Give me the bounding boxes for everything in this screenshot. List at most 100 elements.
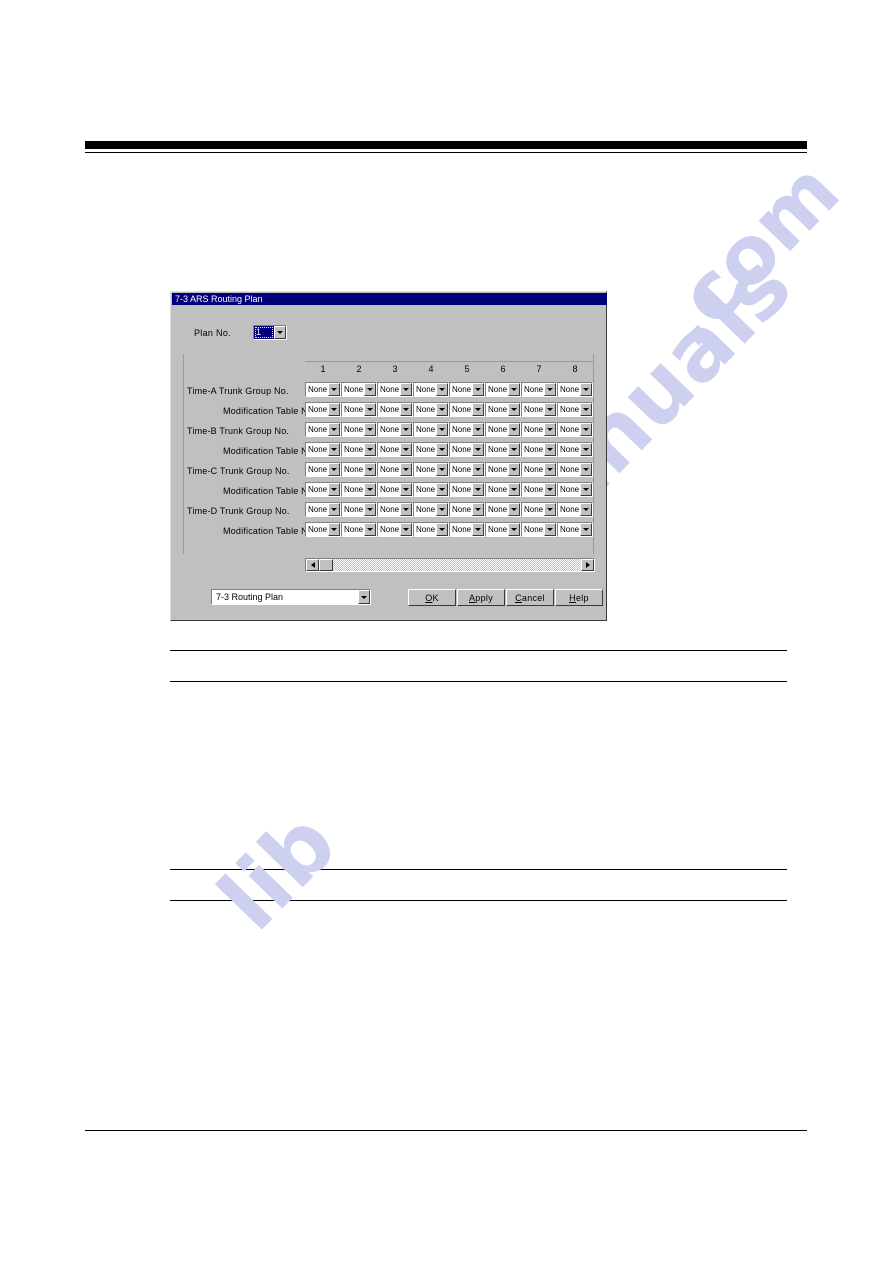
grid-cell-dropdown[interactable]: None (521, 382, 557, 397)
chevron-down-icon[interactable] (364, 383, 376, 396)
grid-cell-dropdown[interactable]: None (305, 482, 341, 497)
chevron-down-icon[interactable] (544, 483, 556, 496)
grid-cell-dropdown[interactable]: None (449, 482, 485, 497)
scrollbar-track[interactable] (319, 559, 581, 571)
chevron-down-icon[interactable] (364, 423, 376, 436)
chevron-down-icon[interactable] (544, 403, 556, 416)
grid-cell-dropdown[interactable]: None (449, 502, 485, 517)
grid-cell-dropdown[interactable]: None (521, 402, 557, 417)
grid-cell-dropdown[interactable]: None (305, 402, 341, 417)
grid-cell-dropdown[interactable]: None (557, 482, 593, 497)
grid-cell-dropdown[interactable]: None (377, 522, 413, 537)
chevron-down-icon[interactable] (472, 483, 484, 496)
apply-button[interactable]: Apply (457, 589, 505, 606)
grid-cell-dropdown[interactable]: None (305, 422, 341, 437)
grid-cell-dropdown[interactable]: None (341, 522, 377, 537)
grid-cell-dropdown[interactable]: None (377, 502, 413, 517)
chevron-down-icon[interactable] (436, 443, 448, 456)
grid-cell-dropdown[interactable]: None (341, 382, 377, 397)
grid-cell-dropdown[interactable]: None (305, 382, 341, 397)
chevron-down-icon[interactable] (436, 503, 448, 516)
ok-button[interactable]: OK (408, 589, 456, 606)
grid-cell-dropdown[interactable]: None (305, 442, 341, 457)
grid-cell-dropdown[interactable]: None (485, 482, 521, 497)
chevron-down-icon[interactable] (328, 483, 340, 496)
grid-cell-dropdown[interactable]: None (305, 502, 341, 517)
grid-cell-dropdown[interactable]: None (341, 502, 377, 517)
chevron-down-icon[interactable] (364, 523, 376, 536)
chevron-down-icon[interactable] (400, 503, 412, 516)
chevron-down-icon[interactable] (472, 423, 484, 436)
chevron-down-icon[interactable] (508, 503, 520, 516)
grid-cell-dropdown[interactable]: None (377, 422, 413, 437)
cancel-button[interactable]: Cancel (506, 589, 554, 606)
grid-cell-dropdown[interactable]: None (557, 522, 593, 537)
chevron-down-icon[interactable] (544, 523, 556, 536)
help-button[interactable]: Help (555, 589, 603, 606)
grid-cell-dropdown[interactable]: None (485, 462, 521, 477)
chevron-down-icon[interactable] (472, 443, 484, 456)
chevron-down-icon[interactable] (508, 483, 520, 496)
grid-cell-dropdown[interactable]: None (485, 422, 521, 437)
chevron-down-icon[interactable] (472, 523, 484, 536)
chevron-down-icon[interactable] (472, 503, 484, 516)
grid-cell-dropdown[interactable]: None (521, 482, 557, 497)
grid-cell-dropdown[interactable]: None (521, 502, 557, 517)
grid-cell-dropdown[interactable]: None (485, 522, 521, 537)
grid-cell-dropdown[interactable]: None (485, 382, 521, 397)
grid-cell-dropdown[interactable]: None (449, 382, 485, 397)
grid-cell-dropdown[interactable]: None (521, 422, 557, 437)
chevron-down-icon[interactable] (580, 463, 592, 476)
chevron-down-icon[interactable] (364, 483, 376, 496)
grid-cell-dropdown[interactable]: None (377, 382, 413, 397)
chevron-down-icon[interactable] (400, 483, 412, 496)
chevron-down-icon[interactable] (508, 443, 520, 456)
grid-cell-dropdown[interactable]: None (557, 442, 593, 457)
screen-navigation-dropdown[interactable]: 7-3 Routing Plan (211, 589, 371, 605)
grid-cell-dropdown[interactable]: None (341, 402, 377, 417)
grid-cell-dropdown[interactable]: None (521, 442, 557, 457)
grid-cell-dropdown[interactable]: None (449, 462, 485, 477)
grid-cell-dropdown[interactable]: None (413, 462, 449, 477)
scroll-left-icon[interactable] (306, 559, 319, 571)
chevron-down-icon[interactable] (544, 503, 556, 516)
chevron-down-icon[interactable] (472, 383, 484, 396)
chevron-down-icon[interactable] (436, 383, 448, 396)
chevron-down-icon[interactable] (400, 383, 412, 396)
grid-cell-dropdown[interactable]: None (341, 482, 377, 497)
chevron-down-icon[interactable] (472, 403, 484, 416)
chevron-down-icon[interactable] (364, 503, 376, 516)
chevron-down-icon[interactable] (400, 523, 412, 536)
grid-cell-dropdown[interactable]: None (521, 462, 557, 477)
chevron-down-icon[interactable] (580, 523, 592, 536)
chevron-down-icon[interactable] (508, 423, 520, 436)
chevron-down-icon[interactable] (508, 403, 520, 416)
chevron-down-icon[interactable] (274, 326, 286, 339)
scrollbar-thumb[interactable] (319, 559, 333, 571)
grid-cell-dropdown[interactable]: None (413, 502, 449, 517)
grid-cell-dropdown[interactable]: None (413, 522, 449, 537)
grid-cell-dropdown[interactable]: None (449, 442, 485, 457)
chevron-down-icon[interactable] (472, 463, 484, 476)
grid-cell-dropdown[interactable]: None (557, 502, 593, 517)
chevron-down-icon[interactable] (544, 383, 556, 396)
chevron-down-icon[interactable] (328, 523, 340, 536)
chevron-down-icon[interactable] (364, 403, 376, 416)
grid-cell-dropdown[interactable]: None (413, 422, 449, 437)
grid-cell-dropdown[interactable]: None (377, 402, 413, 417)
chevron-down-icon[interactable] (436, 463, 448, 476)
grid-cell-dropdown[interactable]: None (377, 462, 413, 477)
chevron-down-icon[interactable] (328, 503, 340, 516)
chevron-down-icon[interactable] (544, 443, 556, 456)
chevron-down-icon[interactable] (580, 383, 592, 396)
chevron-down-icon[interactable] (328, 403, 340, 416)
grid-horizontal-scrollbar[interactable] (305, 558, 595, 572)
grid-cell-dropdown[interactable]: None (485, 442, 521, 457)
chevron-down-icon[interactable] (508, 383, 520, 396)
grid-cell-dropdown[interactable]: None (305, 462, 341, 477)
chevron-down-icon[interactable] (508, 523, 520, 536)
chevron-down-icon[interactable] (436, 403, 448, 416)
grid-cell-dropdown[interactable]: None (413, 402, 449, 417)
grid-cell-dropdown[interactable]: None (341, 422, 377, 437)
chevron-down-icon[interactable] (436, 483, 448, 496)
